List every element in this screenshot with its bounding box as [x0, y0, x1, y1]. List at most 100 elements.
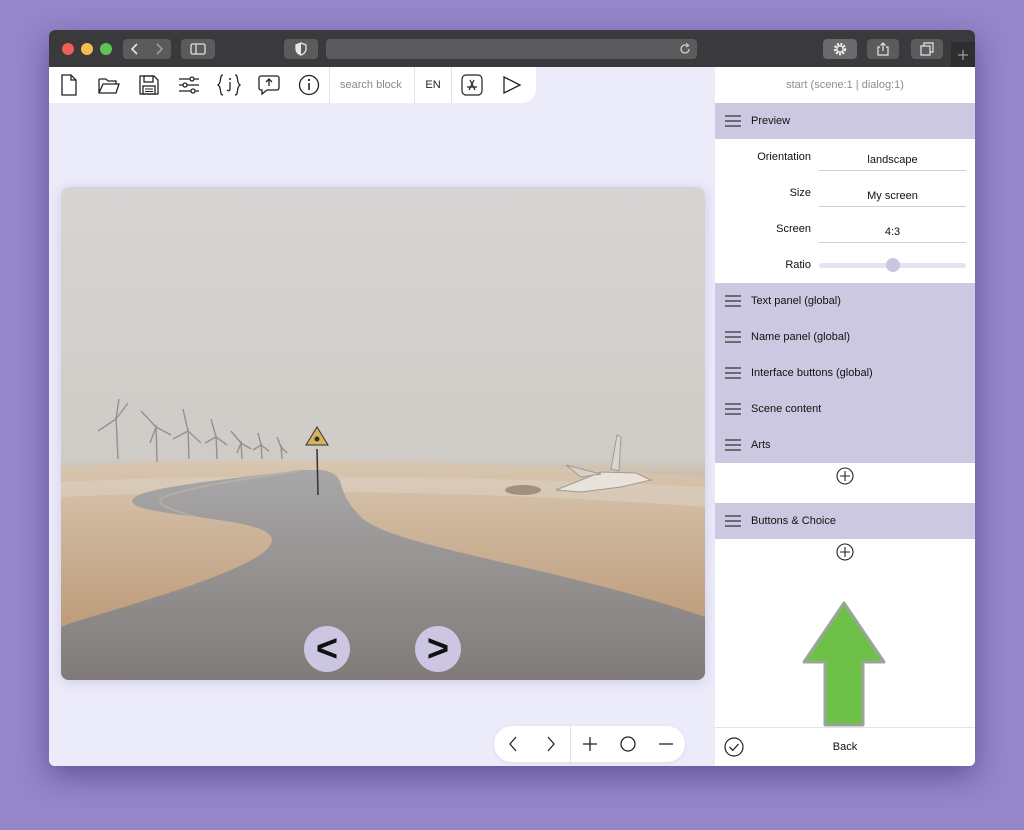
ratio-row: Ratio: [715, 247, 975, 283]
hamburger-icon: [715, 115, 751, 127]
section-label: Scene content: [751, 403, 822, 415]
section-arts[interactable]: Arts: [715, 427, 975, 463]
tabs-overview-button[interactable]: [911, 39, 943, 59]
open-folder-icon: [98, 78, 120, 94]
new-tab-button[interactable]: [951, 42, 975, 67]
screen-field[interactable]: 4:3: [819, 216, 966, 243]
back-button[interactable]: Back: [715, 741, 975, 753]
scene-header: start (scene:1 | dialog:1): [786, 79, 904, 91]
section-label: Preview: [751, 115, 791, 127]
privacy-button[interactable]: [284, 39, 318, 59]
reload-icon[interactable]: [679, 43, 691, 55]
screen-label: Screen: [776, 223, 811, 235]
settings-sliders-button[interactable]: [169, 67, 209, 103]
back-button[interactable]: [123, 43, 147, 55]
section-label: Buttons & Choice: [751, 515, 836, 527]
zoom-out-icon: [659, 743, 673, 745]
editor-toolbar: search block EN: [49, 67, 536, 103]
scene-preview: < >: [61, 187, 705, 680]
browser-titlebar: [49, 30, 975, 67]
section-label: Interface buttons (global): [751, 367, 873, 379]
chevron-right-icon: [547, 736, 555, 752]
history-nav: [123, 39, 171, 59]
save-button[interactable]: [129, 67, 169, 103]
settings-sliders-icon: [179, 76, 199, 94]
hamburger-icon: [715, 331, 751, 343]
checkmark-circle-icon[interactable]: [724, 737, 744, 757]
export-button[interactable]: [249, 67, 289, 103]
shield-icon: [295, 42, 307, 56]
step-forward-button[interactable]: [532, 726, 570, 762]
panel-footer: Back: [715, 727, 975, 766]
chevron-left-icon: [131, 43, 138, 55]
export-icon: [258, 75, 280, 96]
hamburger-icon: [715, 367, 751, 379]
ratio-slider[interactable]: [819, 258, 966, 272]
add-block-row: [715, 463, 975, 489]
hamburger-icon: [715, 515, 751, 527]
browser-window: search block EN < > start (scene:1 | dia…: [49, 30, 975, 766]
close-window-button[interactable]: [62, 43, 74, 55]
ratio-slider-knob[interactable]: [885, 258, 900, 272]
editor-canvas: search block EN < >: [49, 67, 715, 766]
section-name-panel[interactable]: Name panel (global): [715, 319, 975, 355]
app-store-button[interactable]: [452, 67, 492, 103]
play-button[interactable]: [492, 67, 532, 103]
screen-row: Screen 4:3: [715, 211, 975, 247]
previous-button[interactable]: <: [304, 626, 350, 672]
preview-controls: [494, 726, 685, 762]
zoom-out-button[interactable]: [647, 726, 685, 762]
share-button[interactable]: [867, 39, 899, 59]
info-icon: [298, 74, 320, 96]
address-bar[interactable]: [326, 39, 697, 59]
json-icon: [217, 74, 241, 96]
new-file-icon: [61, 74, 77, 96]
zoom-in-icon: [583, 737, 597, 751]
sidebar-icon: [190, 43, 206, 55]
zoom-in-button[interactable]: [571, 726, 609, 762]
section-label: Name panel (global): [751, 331, 851, 343]
minimize-window-button[interactable]: [81, 43, 93, 55]
green-arrow-up-icon: [802, 601, 886, 727]
section-interface-buttons[interactable]: Interface buttons (global): [715, 355, 975, 391]
chevron-right-icon: [156, 43, 163, 55]
hamburger-icon: [715, 403, 751, 415]
add-circle-icon[interactable]: [836, 543, 854, 561]
section-text-panel[interactable]: Text panel (global): [715, 283, 975, 319]
maximize-window-button[interactable]: [100, 43, 112, 55]
chevron-left-icon: [509, 736, 517, 752]
step-back-button[interactable]: [494, 726, 532, 762]
app-store-icon: [461, 74, 483, 96]
info-button[interactable]: [289, 67, 329, 103]
section-scene-content[interactable]: Scene content: [715, 391, 975, 427]
size-label: Size: [789, 187, 811, 199]
section-label: Arts: [751, 439, 771, 451]
size-field[interactable]: My screen: [819, 180, 966, 207]
next-button[interactable]: >: [415, 626, 461, 672]
new-file-button[interactable]: [49, 67, 89, 103]
reset-zoom-button[interactable]: [609, 726, 647, 762]
section-buttons-choice[interactable]: Buttons & Choice: [715, 503, 975, 539]
open-file-button[interactable]: [89, 67, 129, 103]
json-button[interactable]: [209, 67, 249, 103]
hamburger-icon: [715, 439, 751, 451]
search-block-input[interactable]: search block: [330, 79, 414, 91]
properties-panel: start (scene:1 | dialog:1) Preview Orien…: [715, 67, 975, 766]
section-label: Text panel (global): [751, 295, 841, 307]
forward-button[interactable]: [147, 43, 171, 55]
section-preview[interactable]: Preview: [715, 103, 975, 139]
orientation-field[interactable]: landscape: [819, 144, 966, 171]
save-icon: [139, 75, 159, 95]
language-button[interactable]: EN: [415, 79, 451, 91]
size-row: Size My screen: [715, 175, 975, 211]
ratio-label: Ratio: [785, 259, 811, 271]
gear-icon: [833, 42, 847, 56]
share-icon: [877, 42, 889, 56]
settings-button[interactable]: [823, 39, 857, 59]
sidebar-toggle-button[interactable]: [181, 39, 215, 59]
plus-icon: [958, 49, 968, 60]
scene-image: [61, 187, 705, 680]
add-circle-icon[interactable]: [836, 467, 854, 485]
play-icon: [503, 75, 522, 95]
